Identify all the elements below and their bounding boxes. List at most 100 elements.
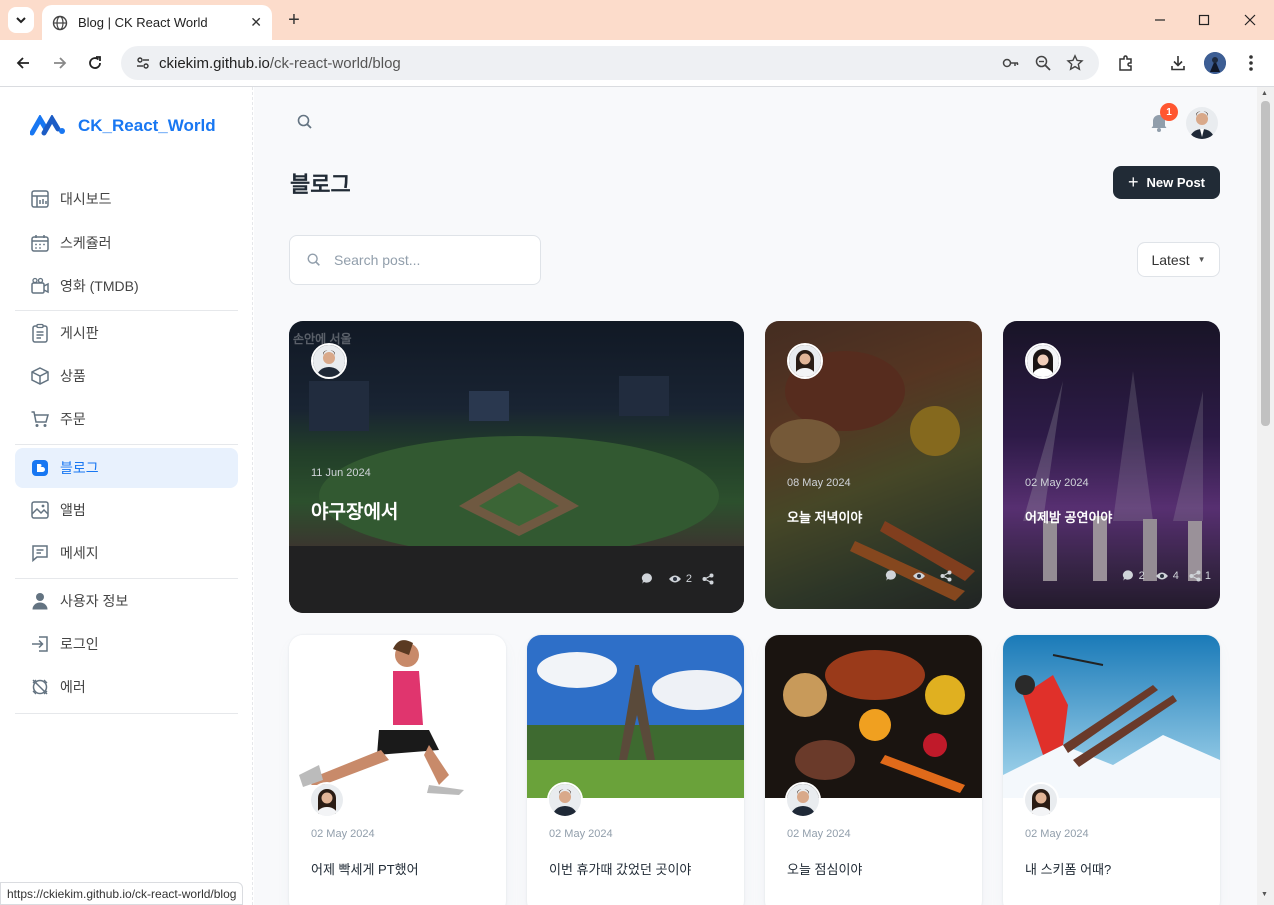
workout-image: [289, 635, 506, 798]
page-scrollbar[interactable]: ▲ ▼: [1257, 87, 1274, 905]
sidebar-item-movie[interactable]: 영화 (TMDB): [15, 266, 238, 306]
brand-logo[interactable]: CK_React_World: [30, 115, 216, 137]
app-root: CK_React_World 대시보드 스케쥴러 영화 (TMDB) 게시판 상…: [0, 87, 1274, 905]
account-avatar[interactable]: [1186, 107, 1218, 139]
share-icon: [1189, 570, 1201, 581]
post-title[interactable]: 이번 휴가때 갔었던 곳이야: [549, 859, 691, 878]
sidebar-item-blog[interactable]: 블로그: [15, 448, 238, 488]
profile-avatar-icon[interactable]: [1204, 52, 1226, 74]
browser-menu-icon[interactable]: [1240, 52, 1262, 74]
avatar-woman-icon: [789, 345, 821, 377]
sidebar-item-error[interactable]: 에러: [15, 667, 238, 707]
globe-icon: [52, 15, 68, 31]
post-card[interactable]: 손안에 서울 11 Jun 2024 야구장에서 2: [289, 321, 744, 613]
zoom-icon[interactable]: [1032, 52, 1054, 74]
new-post-label: New Post: [1146, 175, 1206, 190]
post-stats: 2 4 1: [1112, 569, 1211, 582]
tab-close-icon[interactable]: ✕: [250, 14, 262, 31]
site-info-icon[interactable]: [133, 53, 153, 73]
maximize-button[interactable]: [1192, 8, 1216, 32]
sidebar-item-orders[interactable]: 주문: [15, 399, 238, 439]
sidebar-divider: [15, 310, 238, 311]
new-tab-button[interactable]: +: [282, 8, 306, 32]
back-button[interactable]: [11, 51, 35, 75]
author-avatar[interactable]: [785, 782, 821, 818]
maximize-icon: [1198, 14, 1210, 26]
sidebar-item-login[interactable]: 로그인: [15, 624, 238, 664]
extensions-puzzle-icon[interactable]: [1115, 52, 1137, 74]
dashboard-icon: [31, 190, 49, 208]
sort-select[interactable]: Latest ▼: [1137, 242, 1220, 277]
scroll-up-icon[interactable]: ▲: [1261, 90, 1268, 97]
post-date: 02 May 2024: [787, 828, 851, 840]
comment-icon: [641, 573, 652, 584]
tab-title: Blog | CK React World: [78, 15, 208, 30]
author-avatar[interactable]: [787, 343, 823, 379]
browser-tab[interactable]: Blog | CK React World ✕: [42, 5, 272, 40]
bookmark-star-icon[interactable]: [1064, 52, 1086, 74]
close-icon: [1244, 14, 1256, 26]
author-avatar[interactable]: [1025, 343, 1061, 379]
new-post-button[interactable]: + New Post: [1113, 166, 1220, 199]
sidebar-item-dashboard[interactable]: 대시보드: [15, 179, 238, 219]
post-card[interactable]: 02 May 2024 이번 휴가때 갔었던 곳이야: [527, 635, 744, 905]
search-icon: [307, 253, 320, 266]
author-avatar[interactable]: [1023, 782, 1059, 818]
share-icon: [702, 573, 714, 584]
minimize-button[interactable]: [1148, 8, 1172, 32]
post-title[interactable]: 어제밤 공연이야: [1025, 507, 1112, 526]
reload-button[interactable]: [83, 51, 107, 75]
sidebar-item-messages[interactable]: 메세지: [15, 533, 238, 573]
sidebar-item-label: 로그인: [60, 636, 99, 652]
scroll-down-icon[interactable]: ▼: [1261, 891, 1268, 898]
sidebar-item-board[interactable]: 게시판: [15, 313, 238, 353]
sidebar-item-label: 대시보드: [60, 191, 112, 207]
tab-search-button[interactable]: [8, 7, 34, 33]
post-card[interactable]: 08 May 2024 오늘 저녁이야: [765, 321, 982, 609]
author-avatar[interactable]: [547, 782, 583, 818]
shares-count: 1: [1204, 569, 1211, 582]
post-title[interactable]: 내 스키폼 어때?: [1025, 859, 1111, 878]
post-title[interactable]: 오늘 점심이야: [787, 859, 862, 878]
author-avatar[interactable]: [311, 343, 347, 379]
url-path: /ck-react-world/blog: [269, 54, 401, 72]
sidebar-item-user-info[interactable]: 사용자 정보: [15, 581, 238, 621]
sidebar-item-scheduler[interactable]: 스케쥴러: [15, 223, 238, 263]
comments-stat: [885, 569, 902, 582]
post-card[interactable]: 02 May 2024 오늘 점심이야: [765, 635, 982, 905]
post-search-input[interactable]: [334, 252, 524, 268]
post-card[interactable]: 02 May 2024 어제 빡세게 PT했어: [289, 635, 506, 905]
password-key-icon[interactable]: [1000, 52, 1022, 74]
sidebar-item-label: 에러: [60, 679, 86, 695]
download-icon[interactable]: [1167, 52, 1189, 74]
post-search-field[interactable]: [289, 235, 541, 285]
author-avatar[interactable]: [309, 782, 345, 818]
sidebar-item-products[interactable]: 상품: [15, 356, 238, 396]
box-icon: [31, 367, 49, 385]
close-window-button[interactable]: [1238, 8, 1262, 32]
image-icon: [31, 501, 49, 519]
caret-down-icon: ▼: [1197, 255, 1206, 264]
views-stat: 4: [1155, 570, 1179, 582]
comments-stat: 2: [1122, 569, 1145, 582]
browser-toolbar: ckiekim.github.io/ck-react-world/blog: [0, 40, 1274, 87]
scrollbar-thumb[interactable]: [1261, 101, 1270, 426]
post-date: 02 May 2024: [311, 828, 375, 840]
post-card[interactable]: 02 May 2024 어제밤 공연이야 2 4 1: [1003, 321, 1220, 609]
video-camera-icon: [31, 277, 49, 294]
views-count: 2: [685, 572, 692, 585]
sidebar-divider: [15, 713, 238, 714]
message-icon: [32, 545, 48, 563]
header-search-button[interactable]: [296, 113, 314, 136]
post-title[interactable]: 오늘 저녁이야: [787, 507, 862, 526]
sidebar-item-label: 영화 (TMDB): [60, 278, 139, 294]
post-card[interactable]: 02 May 2024 내 스키폼 어때?: [1003, 635, 1220, 905]
forward-button[interactable]: [48, 51, 72, 75]
post-title[interactable]: 야구장에서: [311, 497, 398, 524]
post-title[interactable]: 어제 빡세게 PT했어: [311, 859, 419, 878]
logo-icon: [30, 115, 65, 136]
address-bar[interactable]: ckiekim.github.io/ck-react-world/blog: [121, 46, 1099, 80]
comments-count: 2: [1138, 569, 1145, 582]
post-stats: 2: [631, 572, 718, 585]
sidebar-item-album[interactable]: 앨범: [15, 490, 238, 530]
